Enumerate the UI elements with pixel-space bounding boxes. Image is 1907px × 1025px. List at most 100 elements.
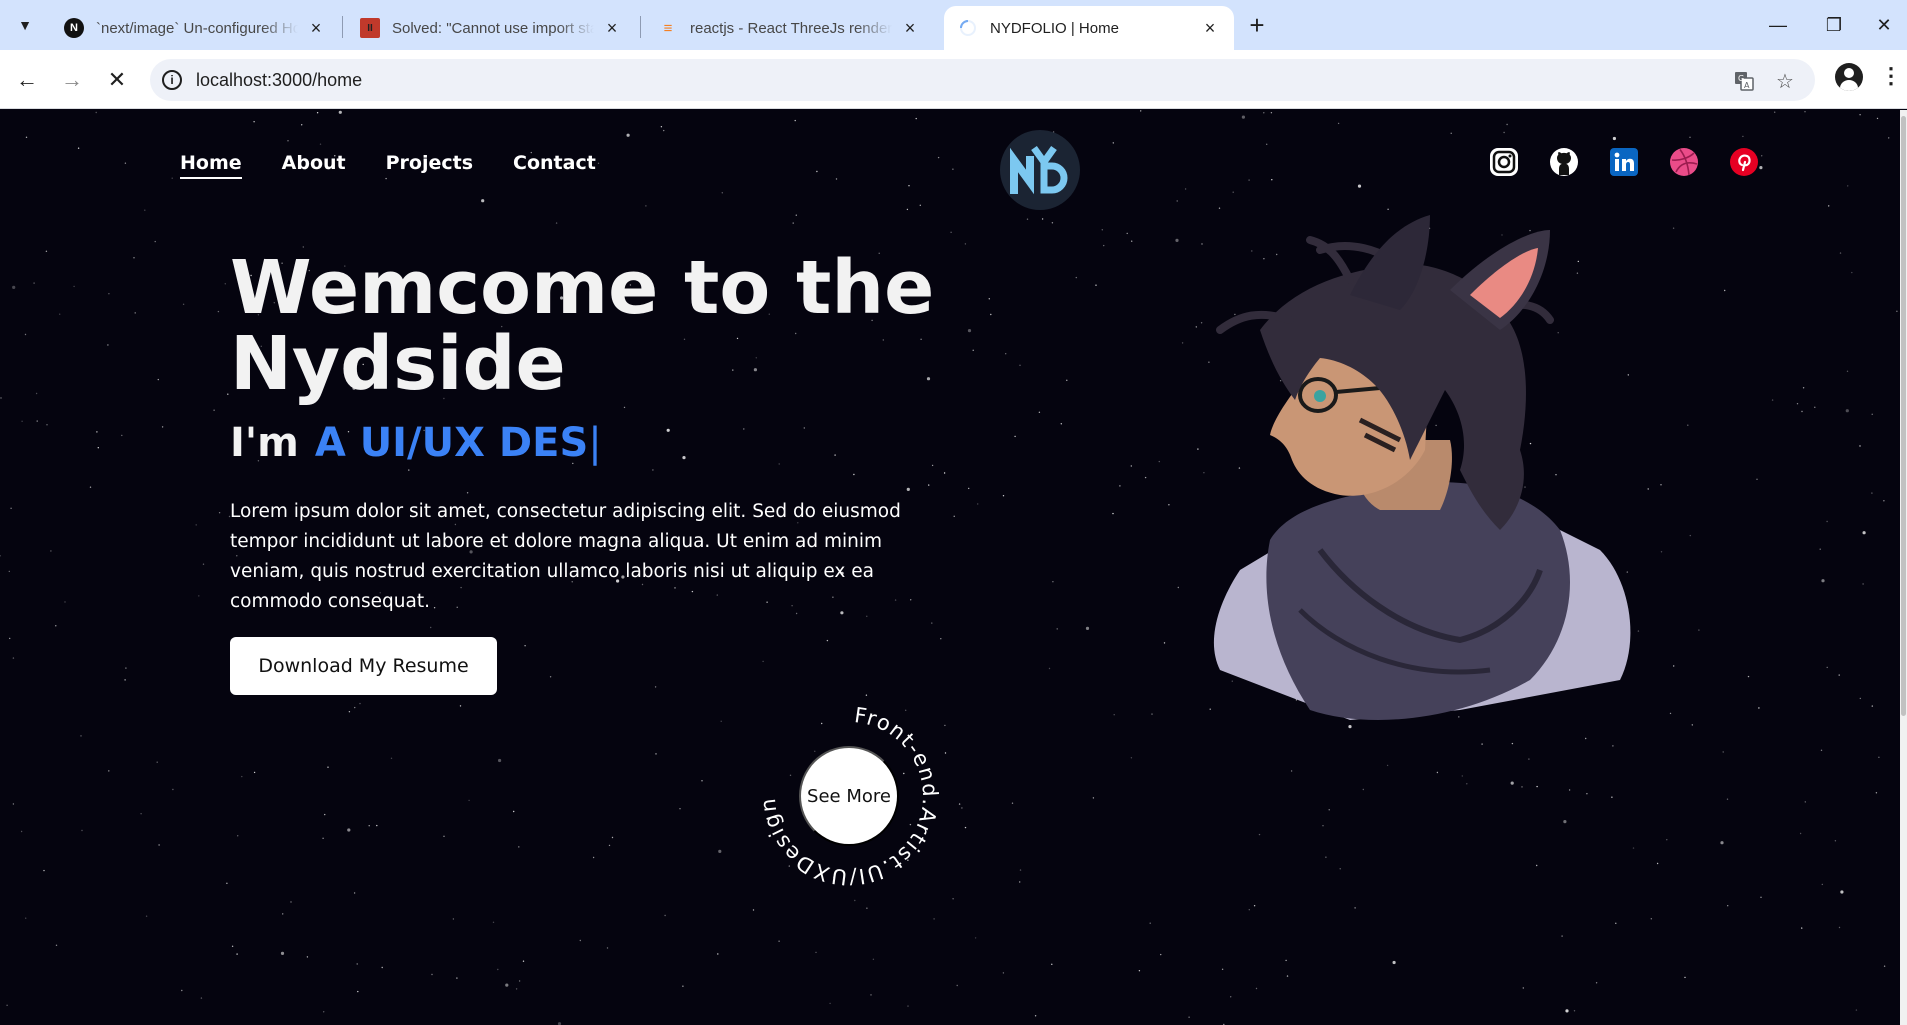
star [1720, 841, 1724, 845]
browser-tab[interactable]: II Solved: "Cannot use import stat × [346, 6, 636, 50]
linkedin-icon[interactable] [1608, 146, 1640, 178]
star [253, 771, 256, 774]
star [1019, 881, 1021, 883]
star [9, 637, 11, 640]
star [1845, 409, 1849, 413]
site-info-icon[interactable]: i [162, 70, 182, 90]
star [1481, 743, 1483, 745]
restore-icon[interactable]: ❐ [1806, 0, 1862, 50]
tab-divider [640, 16, 641, 38]
browser-tab-active[interactable]: NYDFOLIO | Home × [944, 6, 1234, 50]
star [1095, 284, 1097, 286]
star [1112, 512, 1114, 515]
star [652, 469, 654, 471]
stop-icon[interactable]: ✕ [100, 63, 134, 97]
profile-icon[interactable] [1835, 63, 1863, 91]
star [717, 953, 719, 955]
bookmark-star-icon[interactable]: ☆ [1774, 70, 1796, 93]
star [1362, 788, 1365, 791]
site-logo[interactable] [1000, 130, 1080, 210]
star [1130, 465, 1133, 467]
window-close-icon[interactable]: ✕ [1856, 0, 1907, 50]
page-scrollbar[interactable] [1900, 110, 1907, 1025]
star [1586, 793, 1588, 795]
star [1573, 1010, 1576, 1012]
star [1119, 485, 1121, 487]
star [1820, 749, 1823, 751]
star [327, 766, 329, 768]
star [915, 117, 917, 120]
star [664, 914, 666, 917]
star [227, 393, 229, 395]
forward-icon[interactable]: → [55, 63, 89, 97]
close-icon[interactable]: × [1200, 18, 1220, 39]
star [156, 761, 158, 763]
star [1799, 832, 1802, 835]
star [1747, 675, 1750, 678]
github-icon[interactable] [1548, 146, 1580, 178]
star [906, 208, 909, 211]
star [1126, 232, 1128, 235]
close-icon[interactable]: × [602, 18, 622, 39]
star [43, 869, 45, 872]
close-icon[interactable]: × [306, 18, 326, 39]
star [1536, 864, 1538, 867]
star [45, 250, 48, 252]
star [466, 492, 469, 494]
star [977, 503, 979, 505]
star [1563, 820, 1567, 824]
menu-icon[interactable]: ⋮ [1880, 63, 1902, 97]
star [906, 487, 910, 491]
pinterest-icon[interactable] [1728, 146, 1760, 178]
star [158, 844, 160, 846]
browser-tab[interactable]: N `next/image` Un-configured Ho × [50, 6, 340, 50]
star [655, 753, 657, 755]
translate-icon[interactable]: GA [1733, 70, 1755, 92]
star [835, 178, 838, 180]
star [1859, 445, 1861, 447]
tab-search-icon[interactable]: ▼ [10, 10, 40, 40]
star [682, 456, 686, 460]
star [1354, 907, 1356, 909]
nav-link-projects[interactable]: Projects [386, 152, 473, 179]
star [236, 953, 238, 955]
instagram-icon[interactable] [1488, 146, 1520, 178]
nav-link-contact[interactable]: Contact [513, 152, 596, 179]
star [1726, 798, 1729, 800]
star [1325, 856, 1327, 858]
download-resume-button[interactable]: Download My Resume [230, 637, 497, 695]
back-icon[interactable]: ← [10, 63, 44, 97]
web-page: Home About Projects Contact Wemcome to t… [0, 110, 1900, 1025]
star [1197, 448, 1199, 450]
nav-link-home[interactable]: Home [180, 152, 242, 179]
star [1650, 918, 1653, 920]
star [816, 170, 818, 173]
star [1263, 112, 1265, 114]
see-more-button[interactable]: See More [799, 746, 899, 846]
star [872, 958, 875, 960]
nav-link-about[interactable]: About [282, 152, 346, 179]
star [213, 409, 215, 411]
star [481, 199, 485, 203]
star [720, 720, 722, 722]
star [181, 989, 183, 992]
star [81, 829, 83, 832]
star [1101, 229, 1104, 231]
star [679, 808, 681, 810]
minimize-icon[interactable]: — [1750, 0, 1806, 50]
browser-tab[interactable]: ≡ reactjs - React ThreeJs render p × [644, 6, 934, 50]
close-icon[interactable]: × [900, 18, 920, 39]
scrollbar-thumb[interactable] [1901, 116, 1906, 716]
dribbble-icon[interactable] [1668, 146, 1700, 178]
star [778, 463, 780, 465]
star [1826, 520, 1828, 523]
star [306, 956, 309, 958]
star [1140, 110, 1142, 112]
new-tab-icon[interactable]: + [1240, 10, 1274, 40]
star [1103, 244, 1105, 247]
star [12, 803, 15, 805]
star [381, 966, 383, 969]
address-bar[interactable]: i localhost:3000/home GA ☆ [150, 59, 1815, 101]
star [522, 960, 525, 962]
star [829, 1002, 831, 1005]
